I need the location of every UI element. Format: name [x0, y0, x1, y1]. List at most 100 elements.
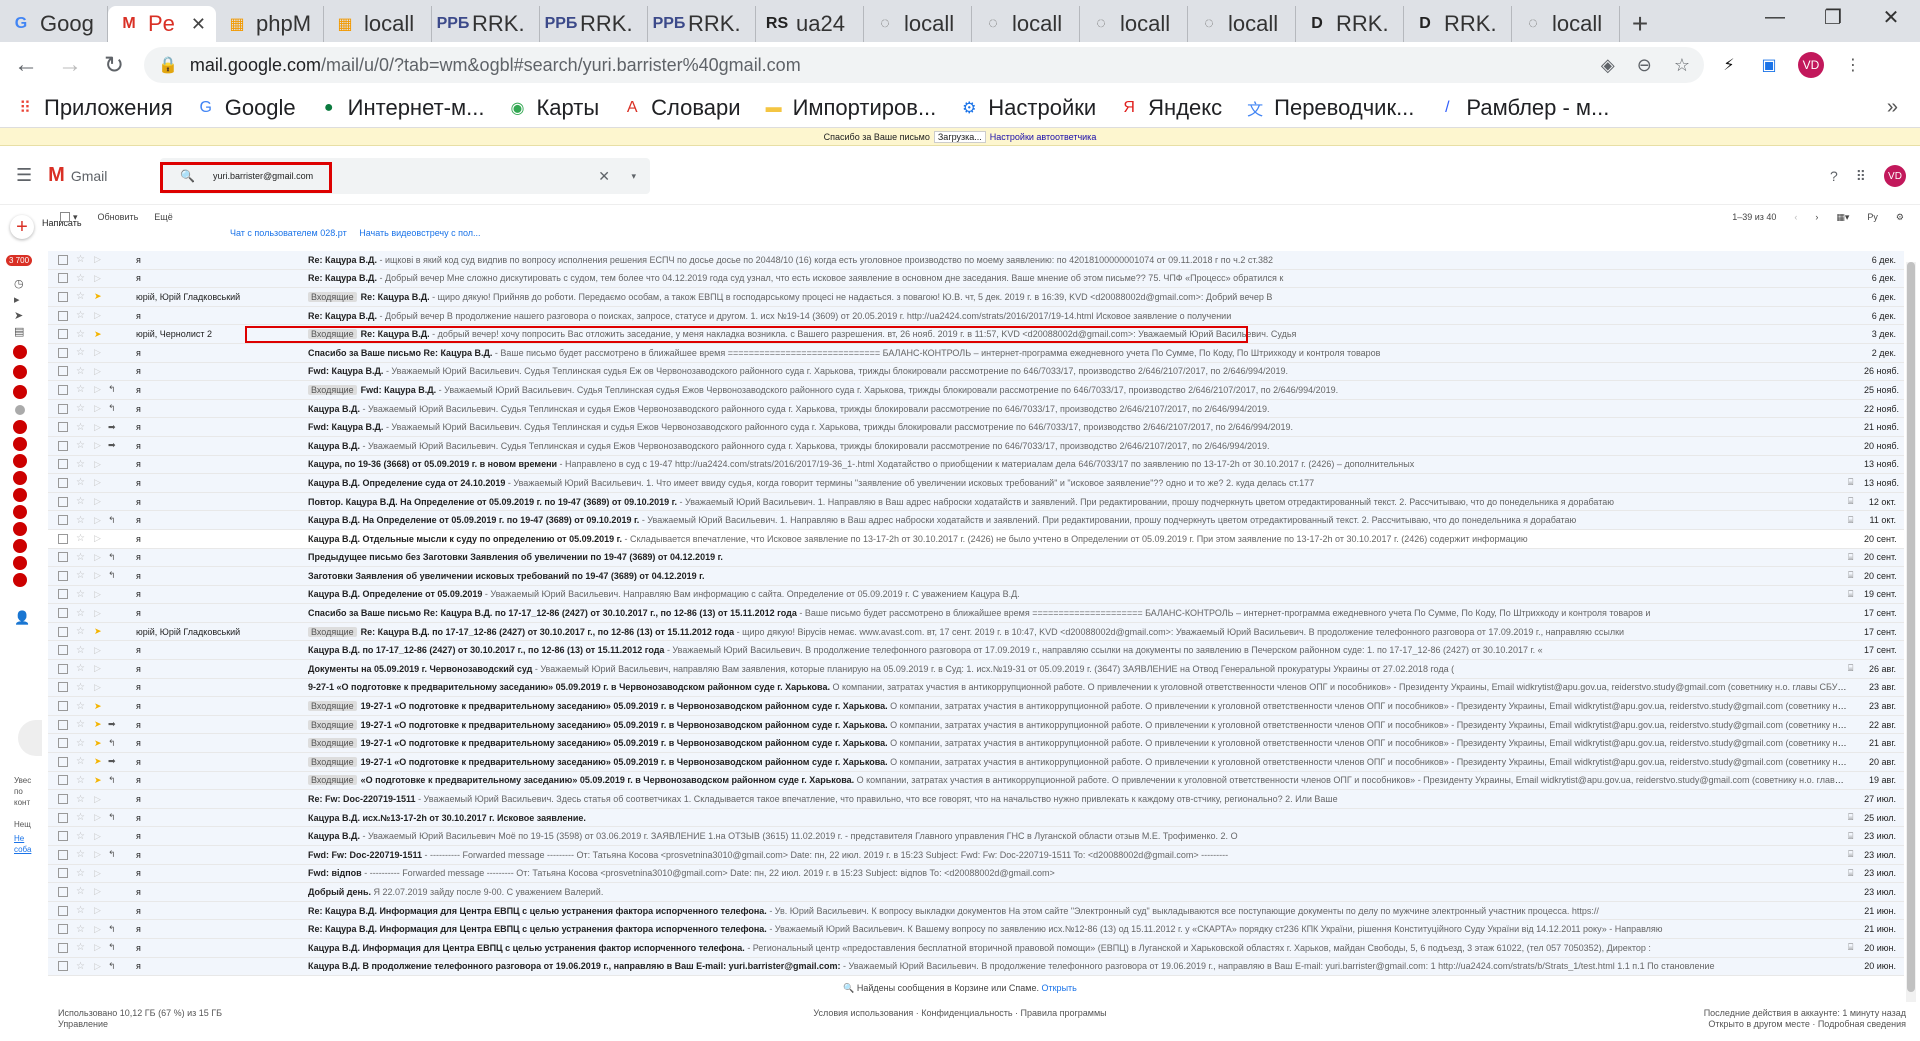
- mail-row[interactable]: ☆ ▷ я Кацура В.Д. Определение суда от 24.10…: [48, 474, 1904, 493]
- account-avatar[interactable]: VD: [1884, 165, 1906, 187]
- row-checkbox[interactable]: [58, 831, 68, 842]
- important-marker-icon[interactable]: ▷: [94, 645, 108, 656]
- star-icon[interactable]: ☆: [76, 310, 88, 321]
- mail-row[interactable]: ☆ ➤ я Входящие 19-27-1 «О подготовке к предв…: [48, 697, 1904, 716]
- label-dot[interactable]: [13, 437, 27, 451]
- row-checkbox[interactable]: [58, 440, 68, 451]
- row-checkbox[interactable]: [58, 515, 68, 526]
- important-marker-icon[interactable]: ▷: [94, 812, 108, 823]
- browser-tab[interactable]: M Pe ✕: [108, 6, 216, 42]
- star-icon[interactable]: ☆: [76, 942, 88, 953]
- star-icon[interactable]: ☆: [76, 422, 88, 433]
- browser-tab[interactable]: PPБ RRK.: [540, 6, 648, 42]
- mail-row[interactable]: ☆ ▷ ↰ я Кацура В.Д. На Определение от 05.09.…: [48, 511, 1904, 530]
- clock-icon[interactable]: ◷: [14, 277, 24, 290]
- prev-page-icon[interactable]: ‹: [1794, 212, 1797, 222]
- mail-row[interactable]: ☆ ▷ я Спасибо за Ваше письмо Re: Кацура В.Д…: [48, 604, 1904, 623]
- bookmark-item[interactable]: ● Интернет-м...: [318, 95, 485, 121]
- label-dot[interactable]: [13, 488, 27, 502]
- apps-grid-icon[interactable]: ⠿: [1856, 168, 1866, 185]
- bookmark-item[interactable]: ▬ Импортиров...: [763, 95, 937, 121]
- mail-row[interactable]: ☆ ▷ я Кацура, по 19-36 (3668) от 05.09.2019…: [48, 455, 1904, 475]
- important-marker-icon[interactable]: ▷: [94, 533, 108, 544]
- bookmark-item[interactable]: ◉ Карты: [506, 95, 599, 121]
- bookmarks-more-button[interactable]: »: [1887, 96, 1898, 119]
- row-checkbox[interactable]: [58, 663, 68, 674]
- row-checkbox[interactable]: [58, 886, 68, 897]
- browser-tab[interactable]: ▦ locall: [324, 6, 432, 42]
- select-dropdown-icon[interactable]: ▾: [73, 212, 78, 223]
- important-marker-icon[interactable]: ▷: [94, 570, 108, 581]
- mail-row[interactable]: ☆ ➤ юрій, Юрій Гладковський Входящие Re: Кац…: [48, 622, 1904, 642]
- mail-row[interactable]: ☆ ➤ ➡ я Входящие 19-27-1 «О подготовке к пред…: [48, 753, 1904, 772]
- mail-row[interactable]: ☆ ▷ ↰ я Кацура В.Д. Информация для Центра ЕВ…: [48, 938, 1904, 958]
- mail-row[interactable]: ☆ ▷ ↰ я Заготовки Заявления об увеличении ис…: [48, 567, 1904, 586]
- important-marker-icon[interactable]: ▷: [94, 496, 108, 507]
- zoom-icon[interactable]: ⊖: [1637, 55, 1652, 76]
- extension-icon[interactable]: ⚡: [1718, 54, 1740, 76]
- close-window-button[interactable]: ✕: [1862, 0, 1920, 34]
- important-marker-icon[interactable]: ▷: [94, 924, 108, 935]
- mail-row[interactable]: ☆ ▷ ➡ я Кацура В.Д. - Уважаемый Юрий Василье…: [48, 436, 1904, 456]
- label-dot[interactable]: [13, 345, 27, 359]
- mail-row[interactable]: ☆ ▷ ↰ я Предыдущее письмо без Заготовки Заяв…: [48, 548, 1904, 568]
- important-marker-icon[interactable]: ▷: [94, 366, 108, 377]
- important-marker-icon[interactable]: ▷: [94, 422, 108, 433]
- important-marker-icon[interactable]: ▷: [94, 682, 108, 693]
- mail-row[interactable]: ☆ ▷ я Re: Кацура В.Д. - Добрый вечер Мне сл…: [48, 269, 1904, 289]
- browser-tab[interactable]: RS ua24: [756, 6, 864, 42]
- important-marker-icon[interactable]: ▷: [94, 589, 108, 600]
- important-marker-icon[interactable]: ➤: [94, 738, 108, 749]
- browser-tab[interactable]: ▦ phpM: [216, 6, 324, 42]
- star-icon[interactable]: ☆: [76, 254, 88, 265]
- star-icon[interactable]: ☆: [76, 849, 88, 860]
- row-checkbox[interactable]: [58, 905, 68, 916]
- star-icon[interactable]: ☆: [76, 366, 88, 377]
- important-marker-icon[interactable]: ▷: [94, 942, 108, 953]
- row-checkbox[interactable]: [58, 291, 68, 302]
- manage-storage-link[interactable]: Управление: [58, 1019, 222, 1030]
- send-icon[interactable]: ➤: [14, 309, 23, 322]
- next-page-icon[interactable]: ›: [1815, 212, 1818, 222]
- star-icon[interactable]: ☆: [76, 682, 88, 693]
- mail-row[interactable]: ☆ ▷ я Кацура В.Д. по 17-17_12-86 (2427) от …: [48, 641, 1904, 661]
- select-all-checkbox[interactable]: [60, 212, 70, 222]
- important-marker-icon[interactable]: ➤: [94, 719, 108, 730]
- tracking-icon[interactable]: ◈: [1601, 55, 1615, 76]
- star-icon[interactable]: ☆: [76, 775, 88, 786]
- mail-row[interactable]: ☆ ▷ ↰ я Кацура В.Д. В продолжение телефонног…: [48, 957, 1904, 977]
- label-dot[interactable]: [13, 539, 27, 553]
- back-button[interactable]: ←: [8, 47, 44, 83]
- row-checkbox[interactable]: [58, 812, 68, 823]
- bookmark-item[interactable]: ⠿ Приложения: [14, 95, 173, 121]
- star-icon[interactable]: ☆: [76, 570, 88, 581]
- mail-row[interactable]: ☆ ▷ я 9-27-1 «О подготовке к предварительно…: [48, 678, 1904, 698]
- star-icon[interactable]: ☆: [76, 273, 88, 284]
- mail-row[interactable]: ☆ ➤ юрій, Юрій Гладковський Входящие Re: Кац…: [48, 288, 1904, 307]
- star-icon[interactable]: ☆: [76, 868, 88, 879]
- menu-kebab-icon[interactable]: ⋮: [1842, 54, 1864, 76]
- label-dot[interactable]: [13, 365, 27, 379]
- bookmark-item[interactable]: Я Яндекс: [1118, 95, 1222, 121]
- star-icon[interactable]: ☆: [76, 477, 88, 488]
- mail-row[interactable]: ☆ ➤ ➡ я Входящие 19-27-1 «О подготовке к пред…: [48, 715, 1904, 735]
- mail-row[interactable]: ☆ ▷ я Кацура В.Д. Определение от 05.09.2019…: [48, 585, 1904, 605]
- star-icon[interactable]: ☆: [76, 515, 88, 526]
- row-checkbox[interactable]: [58, 403, 68, 414]
- star-icon[interactable]: ☆: [76, 589, 88, 600]
- open-trash-link[interactable]: Открыть: [1042, 983, 1077, 993]
- refresh-button[interactable]: Обновить: [98, 212, 139, 222]
- important-marker-icon[interactable]: ▷: [94, 961, 108, 972]
- bookmark-item[interactable]: / Рамблер - м...: [1436, 95, 1609, 121]
- mail-row[interactable]: ☆ ▷ я Кацура В.Д. Отдельные мысли к суду по…: [48, 529, 1904, 549]
- contacts-icon[interactable]: 👤: [14, 610, 30, 626]
- important-marker-icon[interactable]: ▷: [94, 273, 108, 284]
- row-checkbox[interactable]: [58, 701, 68, 712]
- mail-row[interactable]: ☆ ▷ ↰ я Входящие Fwd: Кацура В.Д. - Уважаемый…: [48, 381, 1904, 400]
- star-icon[interactable]: ☆: [76, 608, 88, 619]
- mail-row[interactable]: ☆ ▷ я Re: Кацура В.Д. - ищкові в який код с…: [48, 251, 1904, 270]
- star-icon[interactable]: ☆: [76, 329, 88, 340]
- row-checkbox[interactable]: [58, 422, 68, 433]
- important-marker-icon[interactable]: ➤: [94, 701, 108, 712]
- star-icon[interactable]: ☆: [76, 886, 88, 897]
